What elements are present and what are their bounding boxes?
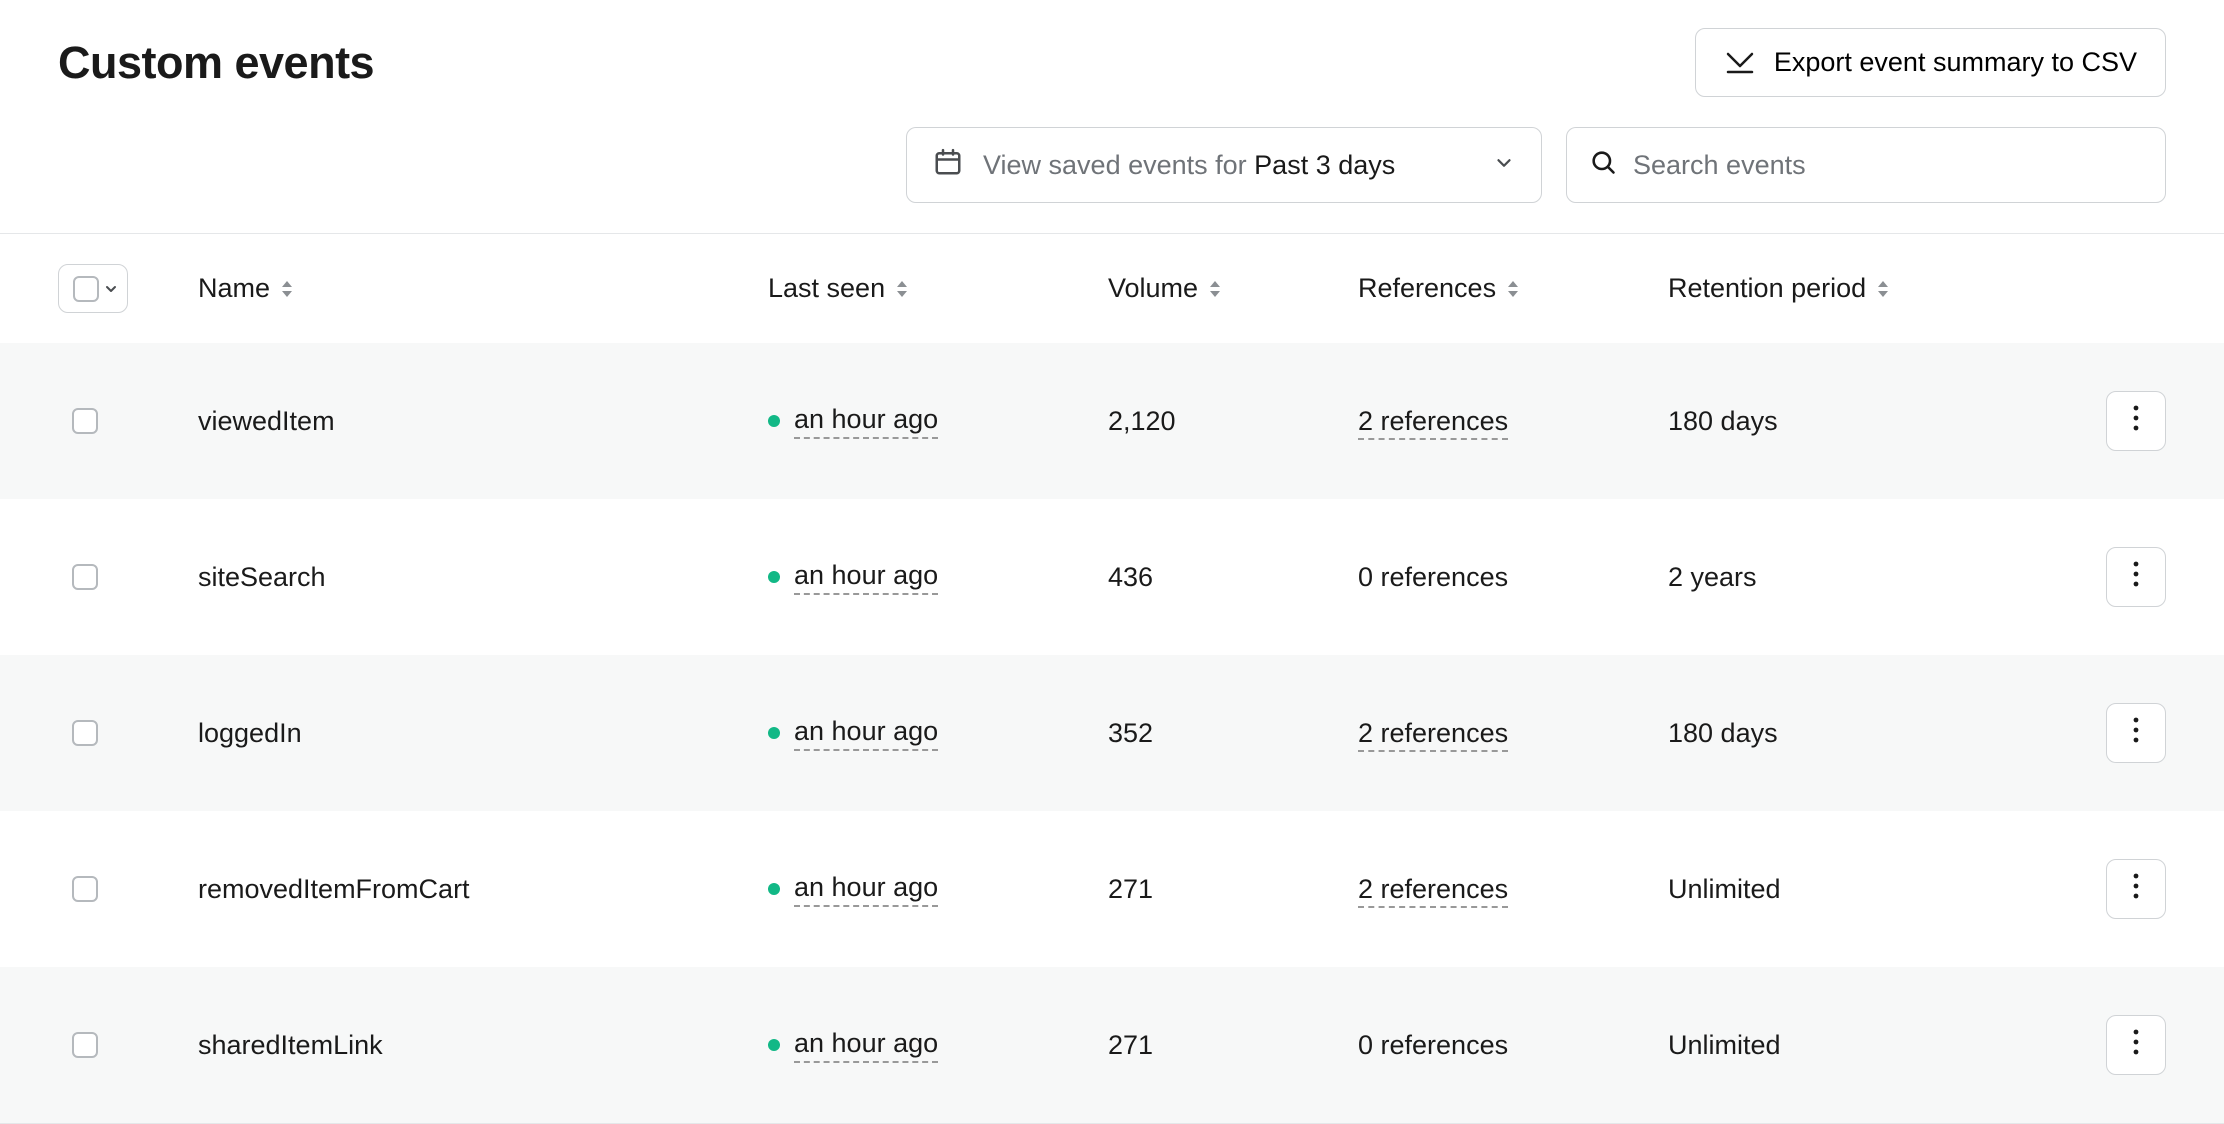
column-header-retention-label: Retention period <box>1668 273 1866 304</box>
table-row: siteSearch an hour ago 4360 references 2 ye… <box>0 499 2224 655</box>
table-header: Name Last seen Volume References <box>0 234 2224 343</box>
volume-value: 352 <box>1108 718 1358 749</box>
event-name: loggedIn <box>198 718 768 749</box>
column-header-volume[interactable]: Volume <box>1108 273 1358 304</box>
column-header-retention[interactable]: Retention period <box>1668 273 2026 304</box>
status-dot-icon <box>768 727 780 739</box>
search-icon <box>1589 148 1617 183</box>
table-row: sharedItemLink an hour ago 2710 references… <box>0 967 2224 1123</box>
retention-value: 180 days <box>1668 718 2026 749</box>
row-actions-menu-button[interactable] <box>2106 703 2166 763</box>
column-header-volume-label: Volume <box>1108 273 1198 304</box>
references-value: 0 references <box>1358 562 1508 592</box>
date-range-prefix: View saved events for <box>983 150 1247 180</box>
kebab-icon <box>2132 716 2140 751</box>
table-row: removedItemFromCart an hour ago 2712 refer… <box>0 811 2224 967</box>
table-row: viewedItem an hour ago 2,1202 references 18… <box>0 343 2224 499</box>
date-range-value: Past 3 days <box>1254 150 1395 180</box>
chevron-down-icon <box>1493 150 1515 181</box>
row-checkbox[interactable] <box>72 564 98 590</box>
column-header-name-label: Name <box>198 273 270 304</box>
references-link[interactable]: 2 references <box>1358 406 1508 440</box>
row-checkbox[interactable] <box>72 720 98 746</box>
sort-icon <box>280 279 294 299</box>
references-link[interactable]: 2 references <box>1358 874 1508 908</box>
download-icon <box>1724 50 1756 76</box>
status-dot-icon <box>768 415 780 427</box>
status-dot-icon <box>768 883 780 895</box>
column-header-references[interactable]: References <box>1358 273 1668 304</box>
kebab-icon <box>2132 560 2140 595</box>
export-csv-label: Export event summary to CSV <box>1774 47 2137 78</box>
row-actions-menu-button[interactable] <box>2106 1015 2166 1075</box>
references-value: 0 references <box>1358 1030 1508 1060</box>
select-all-dropdown[interactable] <box>58 264 128 313</box>
event-name: removedItemFromCart <box>198 874 768 905</box>
volume-value: 2,120 <box>1108 406 1358 437</box>
kebab-icon <box>2132 1028 2140 1063</box>
last-seen-value: an hour ago <box>794 560 938 595</box>
last-seen-value: an hour ago <box>794 404 938 439</box>
sort-icon <box>1208 279 1222 299</box>
event-name: sharedItemLink <box>198 1030 768 1061</box>
search-events-box[interactable] <box>1566 127 2166 203</box>
event-name: viewedItem <box>198 406 768 437</box>
retention-value: Unlimited <box>1668 874 2026 905</box>
table-row: loggedIn an hour ago 3522 references 180 da… <box>0 655 2224 811</box>
column-header-last-seen-label: Last seen <box>768 273 885 304</box>
row-checkbox[interactable] <box>72 408 98 434</box>
row-checkbox[interactable] <box>72 876 98 902</box>
column-header-name[interactable]: Name <box>198 273 768 304</box>
export-csv-button[interactable]: Export event summary to CSV <box>1695 28 2166 97</box>
row-actions-menu-button[interactable] <box>2106 391 2166 451</box>
volume-value: 271 <box>1108 874 1358 905</box>
calendar-icon <box>933 147 963 184</box>
event-name: siteSearch <box>198 562 768 593</box>
last-seen-value: an hour ago <box>794 1028 938 1063</box>
sort-icon <box>1506 279 1520 299</box>
last-seen-value: an hour ago <box>794 716 938 751</box>
search-events-input[interactable] <box>1633 150 2143 181</box>
status-dot-icon <box>768 571 780 583</box>
volume-value: 271 <box>1108 1030 1358 1061</box>
row-actions-menu-button[interactable] <box>2106 859 2166 919</box>
chevron-down-icon <box>103 273 119 304</box>
volume-value: 436 <box>1108 562 1358 593</box>
sort-icon <box>895 279 909 299</box>
kebab-icon <box>2132 404 2140 439</box>
events-table: Name Last seen Volume References <box>0 233 2224 1124</box>
status-dot-icon <box>768 1039 780 1051</box>
page-title: Custom events <box>58 37 374 89</box>
retention-value: 180 days <box>1668 406 2026 437</box>
sort-icon <box>1876 279 1890 299</box>
row-actions-menu-button[interactable] <box>2106 547 2166 607</box>
date-range-dropdown[interactable]: View saved events for Past 3 days <box>906 127 1542 203</box>
row-checkbox[interactable] <box>72 1032 98 1058</box>
column-header-references-label: References <box>1358 273 1496 304</box>
retention-value: 2 years <box>1668 562 2026 593</box>
kebab-icon <box>2132 872 2140 907</box>
last-seen-value: an hour ago <box>794 872 938 907</box>
select-all-checkbox[interactable] <box>73 276 99 302</box>
retention-value: Unlimited <box>1668 1030 2026 1061</box>
column-header-last-seen[interactable]: Last seen <box>768 273 1108 304</box>
references-link[interactable]: 2 references <box>1358 718 1508 752</box>
